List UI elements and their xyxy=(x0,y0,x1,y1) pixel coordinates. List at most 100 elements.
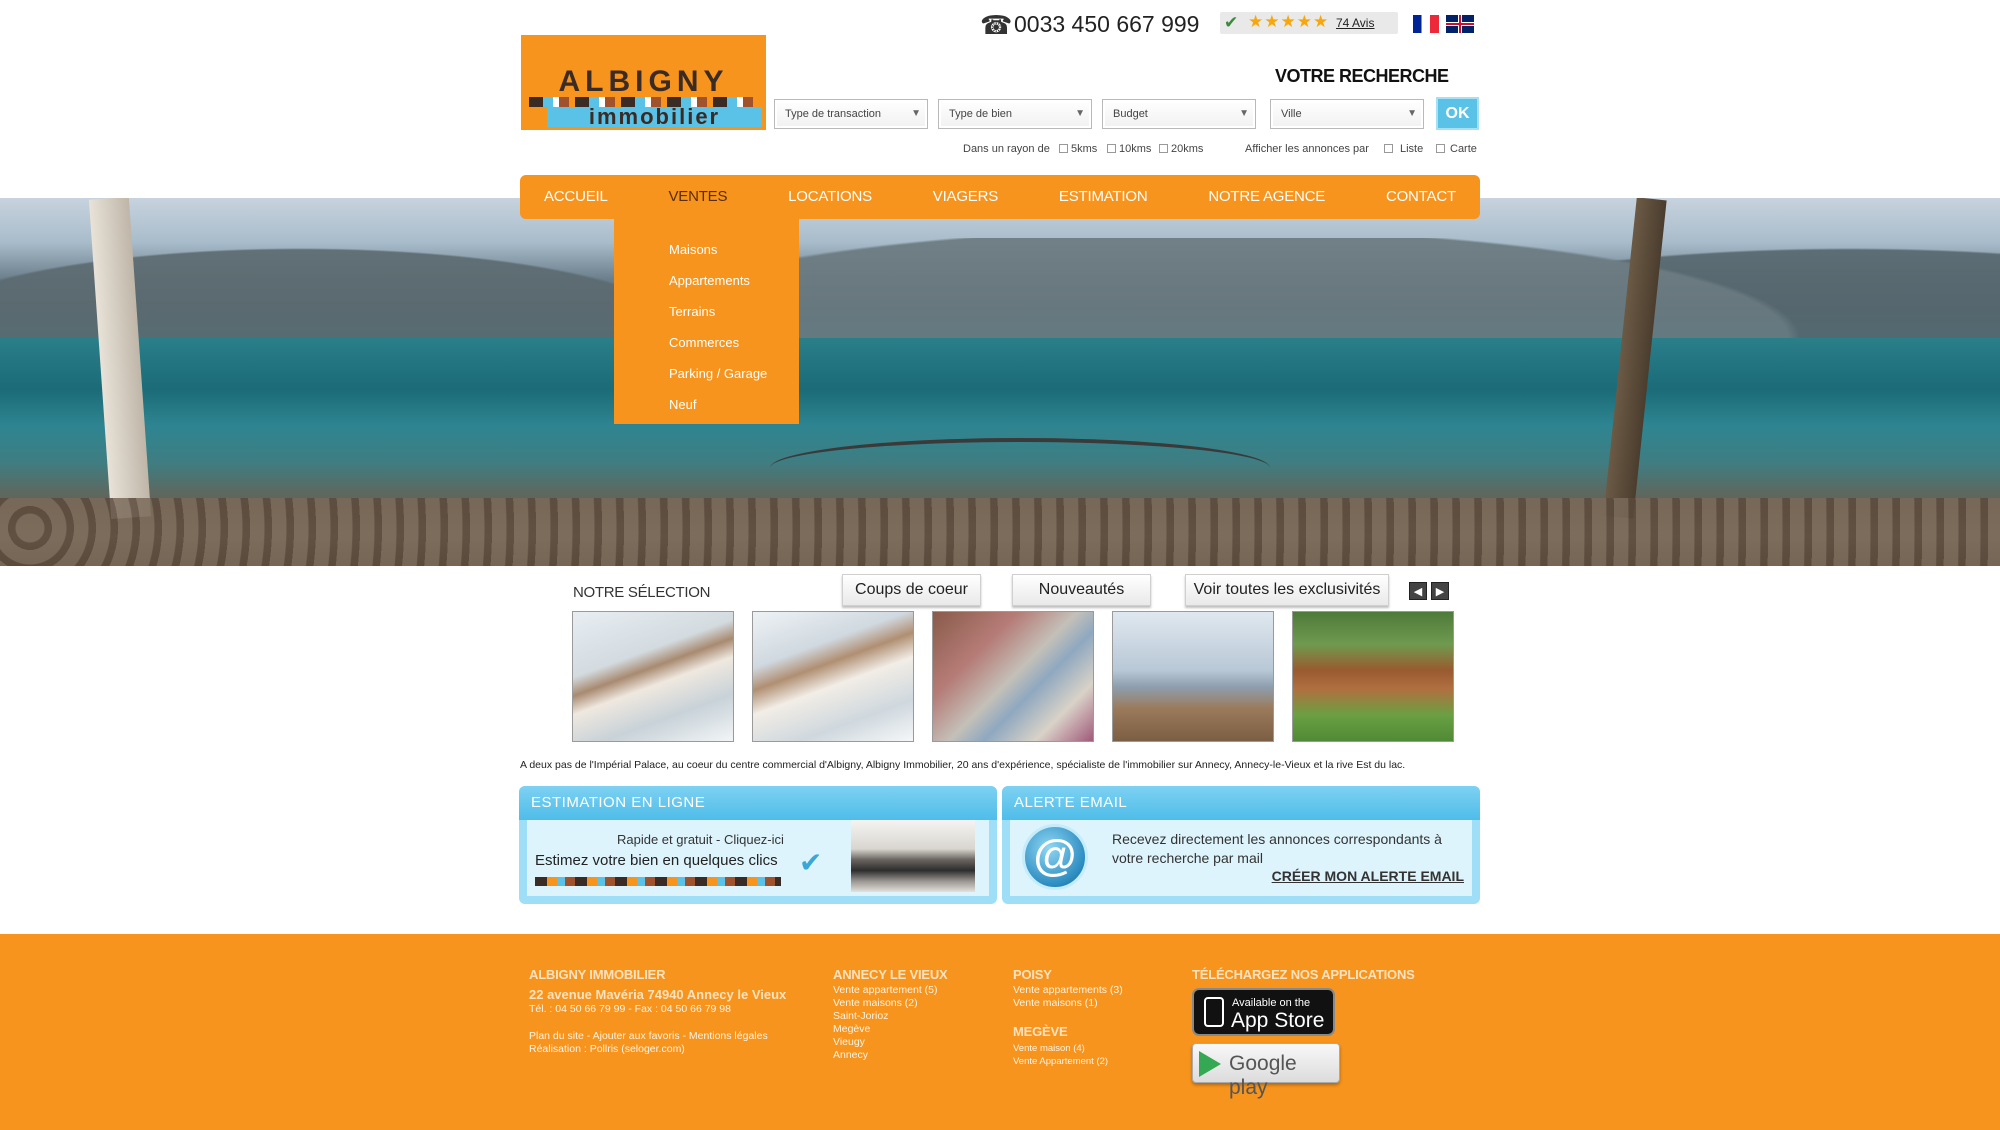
display-list-checkbox[interactable] xyxy=(1384,144,1393,153)
estimation-content: Rapide et gratuit - Cliquez-ici Estimez … xyxy=(527,820,989,896)
display-mode-label: Afficher les annonces par xyxy=(1245,143,1369,155)
footer-address: 22 avenue Mavéria 74940 Annecy le Vieux xyxy=(529,987,787,1002)
create-alert-link[interactable]: CRÉER MON ALERTE EMAIL xyxy=(1272,868,1464,884)
property-type-select-value: Type de bien xyxy=(949,108,1012,120)
footer-phone: Tél. : 04 50 66 79 99 - Fax : 04 50 66 7… xyxy=(529,1003,731,1015)
radius-10-label: 10kms xyxy=(1119,143,1152,155)
property-thumbnail[interactable] xyxy=(752,611,914,742)
uk-flag-icon[interactable] xyxy=(1446,15,1474,33)
display-list-label: Liste xyxy=(1400,143,1424,155)
check-icon: ✔ xyxy=(1224,13,1239,32)
estimation-subtitle[interactable]: Rapide et gratuit - Cliquez-ici xyxy=(617,832,784,847)
reviews-link[interactable]: 74 Avis xyxy=(1336,16,1374,30)
logo-subtitle: immobilier xyxy=(547,106,762,128)
footer-link[interactable]: Vente maison (4) xyxy=(1013,1042,1108,1055)
phone-icon: ☎ xyxy=(980,10,1013,40)
dropdown-arrow-icon: ▼ xyxy=(1075,108,1085,119)
footer-link[interactable]: Vente maisons (1) xyxy=(1013,997,1123,1010)
radius-5-checkbox[interactable] xyxy=(1059,144,1068,153)
dropdown-arrow-icon: ▼ xyxy=(1239,108,1249,119)
property-thumbnail[interactable] xyxy=(932,611,1094,742)
decorative-stripe xyxy=(535,877,781,886)
search-ok-button[interactable]: OK xyxy=(1436,97,1479,130)
tab-coups-de-coeur[interactable]: Coups de coeur xyxy=(842,574,981,606)
footer-link[interactable]: Vieugy xyxy=(833,1036,937,1049)
tab-exclusivites[interactable]: Voir toutes les exclusivités xyxy=(1185,574,1389,606)
nav-accueil[interactable]: ACCUEIL xyxy=(544,175,608,219)
dropdown-neuf[interactable]: Neuf xyxy=(669,389,799,420)
footer-link[interactable]: Megève xyxy=(833,1023,937,1036)
estimation-title: ESTIMATION EN LIGNE xyxy=(519,786,997,820)
search-title: VOTRE RECHERCHE xyxy=(1275,66,1449,86)
radius-5-label: 5kms xyxy=(1071,143,1098,155)
footer-links[interactable]: Plan du site - Ajouter aux favoris - Men… xyxy=(529,1030,768,1043)
dropdown-terrains[interactable]: Terrains xyxy=(669,296,799,327)
app-store-button[interactable]: Available on the App Store xyxy=(1192,988,1335,1036)
footer-megeve-title[interactable]: MEGÈVE xyxy=(1013,1024,1068,1039)
footer-link[interactable]: Saint-Jorioz xyxy=(833,1010,937,1023)
display-map-checkbox[interactable] xyxy=(1436,144,1445,153)
logo-brand: ALBIGNY xyxy=(558,65,729,98)
display-map-label: Carte xyxy=(1450,143,1477,155)
nav-estimation[interactable]: ESTIMATION xyxy=(1059,175,1148,219)
radius-20-checkbox[interactable] xyxy=(1159,144,1168,153)
estimation-main-text: Estimez votre bien en quelques clics xyxy=(535,852,778,869)
footer-annecy-title[interactable]: ANNECY LE VIEUX xyxy=(833,967,948,982)
nav-notre-agence[interactable]: NOTRE AGENCE xyxy=(1208,175,1325,219)
property-thumbnail[interactable] xyxy=(572,611,734,742)
email-alert-text: Recevez directement les annonces corresp… xyxy=(1112,831,1442,866)
dropdown-arrow-icon: ▼ xyxy=(911,108,921,119)
estimation-box[interactable]: ESTIMATION EN LIGNE Rapide et gratuit - … xyxy=(519,786,997,904)
nav-ventes[interactable]: VENTES xyxy=(668,175,727,219)
nav-contact[interactable]: CONTACT xyxy=(1386,175,1456,219)
dropdown-appartements[interactable]: Appartements xyxy=(669,265,799,296)
logo[interactable]: ALBIGNY immobilier xyxy=(521,35,766,130)
property-type-select[interactable]: Type de bien ▼ xyxy=(938,99,1092,129)
city-select[interactable]: Ville ▼ xyxy=(1270,99,1424,129)
intro-text: A deux pas de l'Impérial Palace, au coeu… xyxy=(520,759,1406,771)
nav-viagers[interactable]: VIAGERS xyxy=(933,175,998,219)
carousel-prev-icon[interactable]: ◀ xyxy=(1409,582,1427,600)
footer-link[interactable]: Annecy xyxy=(833,1049,937,1062)
selection-title: NOTRE SÉLECTION xyxy=(573,584,711,601)
phone-icon xyxy=(1204,997,1224,1027)
main-nav: ACCUEIL VENTES LOCATIONS VIAGERS ESTIMAT… xyxy=(520,175,1480,219)
footer-link[interactable]: Vente Appartement (2) xyxy=(1013,1055,1108,1068)
property-thumbnail[interactable] xyxy=(1292,611,1454,742)
budget-select-value: Budget xyxy=(1113,108,1148,120)
at-sign-icon: @ xyxy=(1022,824,1088,890)
transaction-select[interactable]: Type de transaction ▼ xyxy=(774,99,928,129)
dropdown-commerces[interactable]: Commerces xyxy=(669,327,799,358)
property-thumbnail[interactable] xyxy=(1112,611,1274,742)
email-alert-content: @ Recevez directement les annonces corre… xyxy=(1010,820,1472,896)
email-alert-title: ALERTE EMAIL xyxy=(1002,786,1480,820)
ventes-dropdown: Maisons Appartements Terrains Commerces … xyxy=(614,219,799,424)
reviews-widget[interactable]: ✔ ★★★★★ 74 Avis xyxy=(1220,12,1398,34)
carousel-next-icon[interactable]: ▶ xyxy=(1431,582,1449,600)
footer xyxy=(0,934,2000,1130)
footer-link[interactable]: Vente appartements (3) xyxy=(1013,984,1123,997)
phone-number[interactable]: 0033 450 667 999 xyxy=(1014,10,1199,38)
radius-10-checkbox[interactable] xyxy=(1107,144,1116,153)
dropdown-parking-garage[interactable]: Parking / Garage xyxy=(669,358,799,389)
app-store-small-text: Available on the xyxy=(1232,997,1311,1009)
budget-select[interactable]: Budget ▼ xyxy=(1102,99,1256,129)
footer-credits[interactable]: Réalisation : Pollris (seloger.com) xyxy=(529,1043,685,1056)
google-play-text: Google play xyxy=(1229,1052,1297,1099)
radius-20-label: 20kms xyxy=(1171,143,1204,155)
dropdown-maisons[interactable]: Maisons xyxy=(669,234,799,265)
footer-link[interactable]: Vente appartement (5) xyxy=(833,984,937,997)
play-icon xyxy=(1199,1051,1221,1077)
footer-apps-title: TÉLÉCHARGEZ NOS APPLICATIONS xyxy=(1192,967,1415,982)
footer-megeve-list: Vente maison (4) Vente Appartement (2) xyxy=(1013,1042,1108,1068)
google-play-button[interactable]: Google play xyxy=(1192,1043,1340,1099)
radius-label: Dans un rayon de xyxy=(963,143,1050,155)
footer-poisy-list: Vente appartements (3) Vente maisons (1) xyxy=(1013,984,1123,1010)
city-select-value: Ville xyxy=(1281,108,1302,120)
footer-link[interactable]: Vente maisons (2) xyxy=(833,997,937,1010)
french-flag-icon[interactable] xyxy=(1413,15,1439,33)
nav-locations[interactable]: LOCATIONS xyxy=(788,175,872,219)
tab-nouveautes[interactable]: Nouveautés xyxy=(1012,574,1151,606)
hero-banner xyxy=(0,198,2000,566)
footer-poisy-title[interactable]: POISY xyxy=(1013,967,1052,982)
